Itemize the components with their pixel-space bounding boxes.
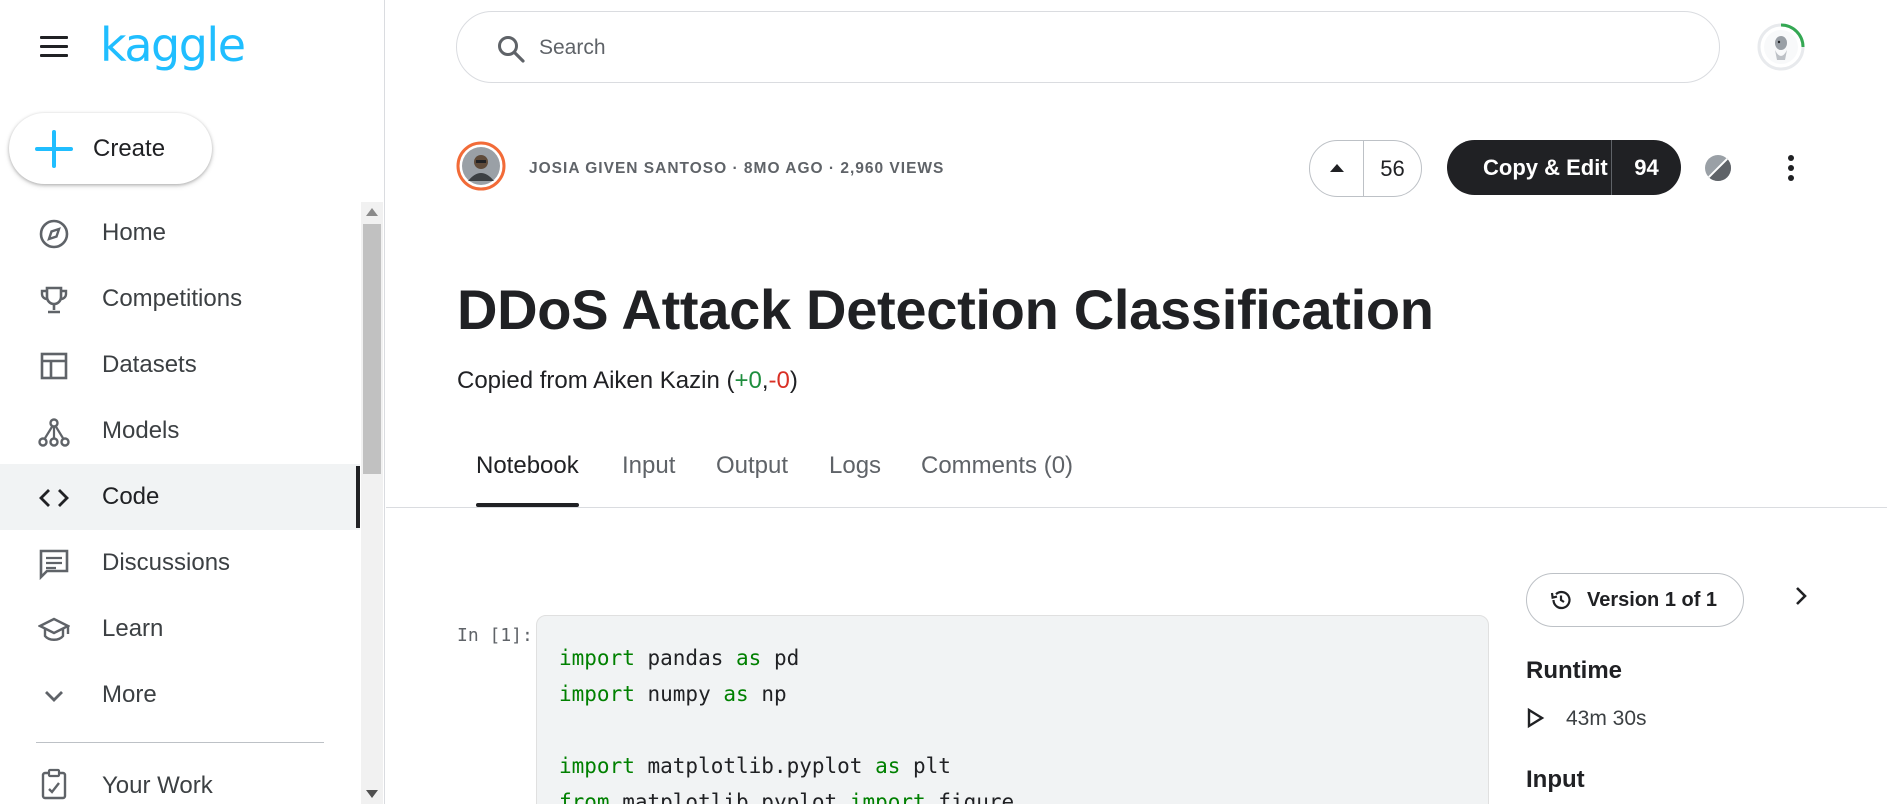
sidebar-item-code[interactable]: Code <box>0 464 360 530</box>
create-label: Create <box>93 134 166 162</box>
code-keyword: import <box>559 682 635 706</box>
tab-notebook[interactable]: Notebook <box>476 452 579 508</box>
code-text: pandas <box>634 646 737 670</box>
sidebar-nav: Home Competitions Datasets Models Code D… <box>0 200 360 728</box>
sidebar-item-label: More <box>102 681 157 708</box>
upvote-button[interactable] <box>1310 141 1364 196</box>
code-text: matplotlib.pyplot <box>634 754 876 778</box>
cell-prompt: In [1]: <box>457 625 533 646</box>
code-keyword: import <box>559 754 635 778</box>
code-keyword: as <box>736 646 762 670</box>
create-button[interactable]: Create <box>9 113 212 184</box>
tab-comments[interactable]: Comments (0) <box>921 452 1073 508</box>
sidebar-item-more[interactable]: More <box>0 662 360 728</box>
notebook-meta: JOSIA GIVEN SANTOSO · 8MO AGO · 2,960 VI… <box>529 160 945 177</box>
menu-icon[interactable] <box>40 36 68 58</box>
play-icon <box>1527 707 1545 729</box>
compass-icon <box>39 219 69 249</box>
scroll-thumb[interactable] <box>363 224 381 474</box>
code-line: import matplotlib.pyplot as plt <box>559 748 1014 784</box>
input-heading: Input <box>1526 766 1585 793</box>
code-block: import pandas as pd import numpy as np imp… <box>559 640 1014 804</box>
sidebar-item-label: Competitions <box>102 285 243 312</box>
code-keyword: as <box>875 754 901 778</box>
plus-icon <box>35 129 73 168</box>
sidebar-item-datasets[interactable]: Datasets <box>0 332 360 398</box>
avatar[interactable] <box>1756 22 1806 72</box>
search-bar[interactable] <box>456 11 1720 83</box>
code-text: pd <box>761 646 800 670</box>
sidebar-item-label: Code <box>102 483 160 510</box>
your-work-icon <box>41 768 67 800</box>
scroll-up-arrow-icon[interactable] <box>366 208 378 216</box>
notebook-tabs: Notebook Input Output Logs Comments (0) <box>386 452 1887 508</box>
sidebar-item-discussions[interactable]: Discussions <box>0 530 360 596</box>
models-icon <box>38 418 70 447</box>
copied-from-close: ) <box>789 367 798 394</box>
version-button[interactable]: Version 1 of 1 <box>1526 573 1744 627</box>
comment-icon <box>39 549 69 580</box>
author-avatar[interactable] <box>456 141 506 191</box>
table-icon <box>40 352 68 380</box>
sidebar-scrollbar[interactable] <box>361 202 383 804</box>
code-line: from matplotlib.pyplot import figure <box>559 784 1014 804</box>
code-text: np <box>748 682 787 706</box>
code-keyword: from <box>559 790 610 804</box>
search-input[interactable] <box>539 30 1639 66</box>
copy-and-edit-button[interactable]: Copy & Edit 94 <box>1447 140 1681 195</box>
vote-count: 56 <box>1380 155 1405 181</box>
code-line: import pandas as pd <box>559 640 1014 676</box>
code-cell[interactable]: import pandas as pd import numpy as np imp… <box>536 615 1489 804</box>
school-icon <box>38 617 70 641</box>
sidebar-item-label: Models <box>102 417 180 444</box>
code-text: figure <box>925 790 1015 804</box>
vote-widget: 56 <box>1309 140 1422 197</box>
runtime-value: 43m 30s <box>1566 707 1647 730</box>
copied-from-separator: , <box>761 367 769 394</box>
sidebar-item-label: Discussions <box>102 549 231 576</box>
copied-from-text: Copied from Aiken Kazin ( <box>457 367 735 394</box>
tab-input[interactable]: Input <box>622 452 675 508</box>
code-text: matplotlib.pyplot <box>609 790 850 804</box>
copied-from-deletions: -0 <box>768 367 790 394</box>
sidebar: kaggle Create Home Competitions Datasets… <box>0 0 385 804</box>
sidebar-item-label: Learn <box>102 615 164 642</box>
version-label: Version 1 of 1 <box>1587 588 1718 611</box>
trophy-icon <box>40 286 68 314</box>
runtime-heading: Runtime <box>1526 657 1622 684</box>
sidebar-item-competitions[interactable]: Competitions <box>0 266 360 332</box>
code-keyword: as <box>723 682 749 706</box>
tab-output[interactable]: Output <box>716 452 788 508</box>
more-vert-icon[interactable] <box>1776 153 1806 183</box>
code-text: plt <box>900 754 951 778</box>
code-keyword: import <box>849 790 926 804</box>
code-icon <box>39 489 69 507</box>
contrast-icon[interactable] <box>1703 153 1733 183</box>
copied-from-additions: +0 <box>734 367 762 394</box>
copied-from: Copied from Aiken Kazin (+0,-0) <box>457 367 798 395</box>
kaggle-logo[interactable]: kaggle <box>100 18 246 72</box>
history-icon <box>1550 590 1571 610</box>
sidebar-divider <box>36 742 324 743</box>
sidebar-item-home[interactable]: Home <box>0 200 360 266</box>
sidebar-item-label: Home <box>102 219 167 246</box>
sidebar-item-models[interactable]: Models <box>0 398 360 464</box>
sidebar-item-learn[interactable]: Learn <box>0 596 360 662</box>
chevron-down-icon <box>45 691 63 702</box>
sidebar-item-label: Datasets <box>102 351 197 378</box>
search-icon <box>498 36 525 63</box>
code-keyword: import <box>559 646 635 670</box>
copy-edit-label: Copy & Edit <box>1483 154 1608 180</box>
chevron-right-icon[interactable] <box>1788 583 1814 609</box>
page-title: DDoS Attack Detection Classification <box>457 278 1434 341</box>
scroll-down-arrow-icon[interactable] <box>366 790 378 798</box>
sidebar-item-label: Your Work <box>102 772 213 799</box>
code-text: numpy <box>634 682 724 706</box>
sidebar-item-your-work[interactable]: Your Work <box>0 756 360 804</box>
code-line: import numpy as np <box>559 676 1014 712</box>
tab-logs[interactable]: Logs <box>829 452 881 508</box>
copy-edit-count: 94 <box>1634 154 1659 180</box>
